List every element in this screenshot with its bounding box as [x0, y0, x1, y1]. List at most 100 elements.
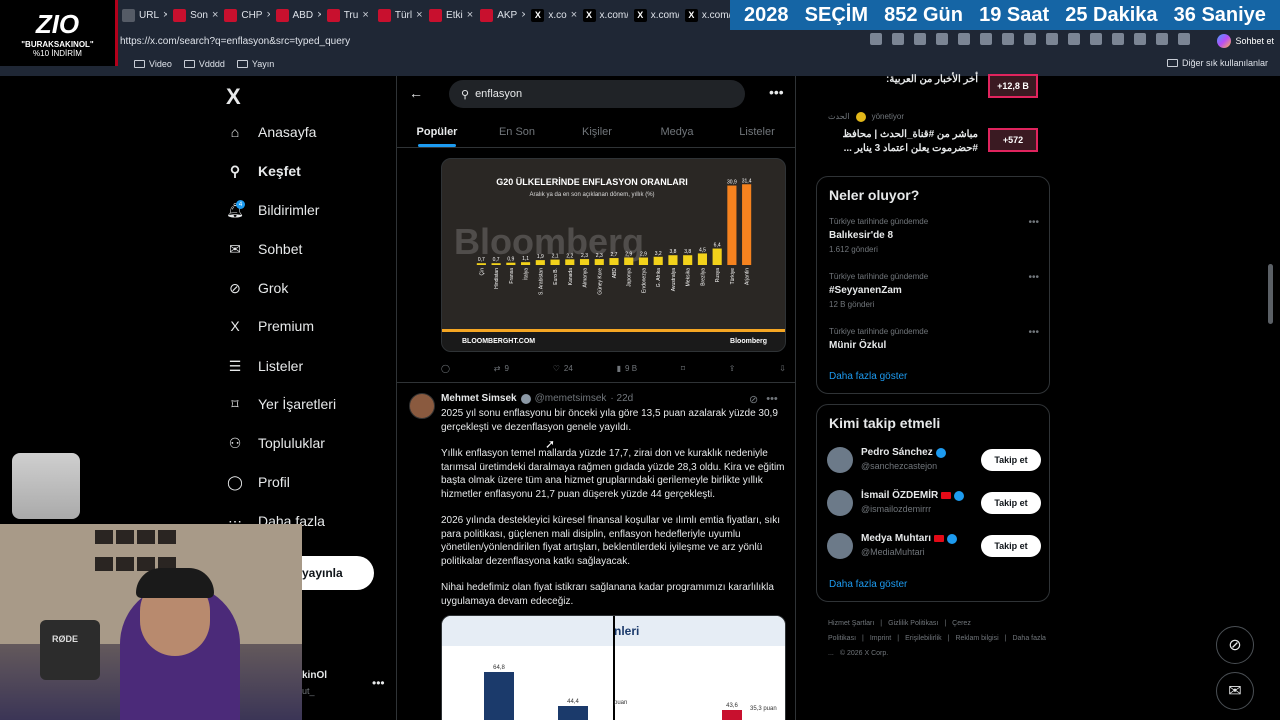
grok-icon[interactable]: ⊘	[749, 393, 758, 406]
messages-float-icon[interactable]: ✉	[1216, 672, 1254, 710]
favorite-star-icon[interactable]	[914, 33, 926, 45]
extensions-puzzle-icon[interactable]	[1046, 33, 1058, 45]
news-count-badge[interactable]: +12,8 B	[988, 74, 1038, 98]
extension-icon[interactable]	[936, 33, 948, 45]
nav-item-communities[interactable]: ⚇ Topluluklar	[226, 434, 325, 452]
follow-button[interactable]: Takip et	[981, 492, 1041, 514]
avatar[interactable]	[409, 393, 435, 419]
close-tab-icon[interactable]: ×	[212, 9, 218, 21]
footer-link[interactable]: Reklam bilgisi	[955, 635, 998, 642]
avatar[interactable]	[827, 447, 853, 473]
nav-item-list[interactable]: ☰ Listeler	[226, 357, 303, 375]
close-tab-icon[interactable]: ×	[266, 9, 269, 21]
more-icon[interactable]	[1178, 33, 1190, 45]
tab-popüler[interactable]: Popüler	[397, 116, 477, 147]
extension-icon[interactable]	[1024, 33, 1036, 45]
trend-item[interactable]: Türkiye tarihinde gündemde Balıkesir'de 8…	[829, 217, 1039, 254]
follow-suggestion[interactable]: Pedro Sánchez @sanchezcastejon Takip et	[827, 445, 1041, 475]
account-name[interactable]: kinOl	[302, 670, 327, 681]
like-button[interactable]: ♡ 24	[553, 360, 573, 376]
tweet-image-inflation-chart[interactable]: G20 ÜLKELERİNDE ENFLASYON ORANLARI Aralı…	[441, 158, 786, 352]
copilot-chat-button[interactable]: Sohbet et	[1217, 32, 1274, 50]
nav-item-home[interactable]: ⌂ Anasayfa	[226, 123, 317, 141]
post-button[interactable]: yayınla	[300, 556, 374, 590]
news-headline[interactable]: مباشر من #قناة_الحدث | محافظ #حضرموت يعل…	[828, 128, 978, 156]
download-button[interactable]: ⇩	[779, 360, 786, 376]
browser-tab[interactable]: Son ×	[169, 3, 218, 27]
nav-item-bookmark[interactable]: ⌑ Yer İşaretleri	[226, 395, 336, 413]
more-icon[interactable]: •••	[766, 393, 778, 406]
repost-button[interactable]: ⇄ 9	[494, 360, 509, 376]
follow-button[interactable]: Takip et	[981, 535, 1041, 557]
browser-tab[interactable]: Xx.com/c×	[579, 3, 628, 27]
grok-float-icon[interactable]: ⊘	[1216, 626, 1254, 664]
footer-link[interactable]: Gizlilik Politikası	[888, 620, 938, 627]
footer-link[interactable]: Hizmet Şartları	[828, 620, 874, 627]
tab-kişiler[interactable]: Kişiler	[557, 116, 637, 147]
follow-suggestion[interactable]: İsmail ÖZDEMİR @ismailozdemirrr Takip et	[827, 488, 1041, 518]
more-icon[interactable]: •••	[1028, 327, 1039, 338]
avatar[interactable]	[827, 490, 853, 516]
tweet-time[interactable]: · 22d	[610, 393, 633, 404]
news-headline[interactable]: أخر الأخبار من العربية:	[828, 74, 978, 85]
address-bar[interactable]: https://x.com/search?q=enflasyon&src=typ…	[110, 30, 1280, 52]
news-count-badge[interactable]: +572	[988, 128, 1038, 152]
close-tab-icon[interactable]: ×	[467, 9, 473, 21]
suggestion-name[interactable]: İsmail ÖZDEMİR	[861, 490, 965, 501]
follow-button[interactable]: Takip et	[981, 449, 1041, 471]
extension-icon[interactable]	[958, 33, 970, 45]
reply-button[interactable]: ◯	[441, 360, 450, 376]
browser-tab[interactable]: Etki ×	[425, 3, 474, 27]
tweet[interactable]: Mehmet Simsek @memetsimsek · 22d ⊘ ••• 2…	[397, 382, 795, 720]
nav-item-x[interactable]: X Premium	[226, 317, 314, 335]
browser-tab[interactable]: Xx.com/v×	[681, 3, 730, 27]
tweet-image-infographic[interactable]: nleri 64,8 44,4 puan 43,6 35,3 puan	[441, 615, 786, 720]
trend-item[interactable]: Türkiye tarihinde gündemde #SeyyanenZam 12…	[829, 272, 1039, 309]
bookmark-folder[interactable]: Vdddd	[183, 59, 225, 69]
close-tab-icon[interactable]: ×	[317, 9, 321, 21]
avatar[interactable]	[827, 533, 853, 559]
close-tab-icon[interactable]: ×	[362, 9, 368, 21]
footer-link[interactable]: Imprint	[870, 635, 891, 642]
browser-tab[interactable]: Türl ×	[374, 3, 423, 27]
favorites-icon[interactable]	[1090, 33, 1102, 45]
close-tab-icon[interactable]: ×	[571, 9, 577, 21]
split-screen-icon[interactable]	[870, 33, 882, 45]
x-logo[interactable]: X	[226, 84, 241, 110]
tab-listeler[interactable]: Listeler	[717, 116, 795, 147]
nav-item-profile[interactable]: ◯ Profil	[226, 473, 290, 491]
other-bookmarks[interactable]: Diğer sık kullanılanlar	[1166, 58, 1268, 68]
browser-tab[interactable]: ABD ×	[272, 3, 321, 27]
extension-icon[interactable]	[1002, 33, 1014, 45]
tab-en-son[interactable]: En Son	[477, 116, 557, 147]
nav-item-mail[interactable]: ✉ Sohbet	[226, 240, 302, 258]
read-aloud-icon[interactable]	[892, 33, 904, 45]
nav-item-search[interactable]: ⚲ Keşfet	[226, 162, 301, 180]
browser-tab[interactable]: Xx.com/C×	[630, 3, 679, 27]
split-icon[interactable]	[1068, 33, 1080, 45]
browser-tab[interactable]: Xx.co ×	[527, 3, 577, 27]
close-tab-icon[interactable]: ×	[416, 9, 422, 21]
more-icon[interactable]: •••	[1028, 272, 1039, 283]
browser-tab[interactable]: CHP×	[220, 3, 270, 27]
footer-link[interactable]: Erişilebilirlik	[905, 635, 942, 642]
browser-tab[interactable]: URL ×	[118, 3, 167, 27]
show-more-link[interactable]: Daha fazla göster	[829, 579, 907, 590]
footer-link[interactable]: © 2026 X Corp.	[840, 650, 888, 657]
scrollbar[interactable]	[1268, 264, 1273, 324]
trend-item[interactable]: Türkiye tarihinde gündemde Münir Özkul •••	[829, 327, 1039, 355]
collections-icon[interactable]	[1134, 33, 1146, 45]
search-options-icon[interactable]: •••	[769, 84, 784, 100]
url-text[interactable]: https://x.com/search?q=enflasyon&src=typ…	[120, 36, 350, 47]
bookmark-folder[interactable]: Yayın	[236, 59, 274, 69]
suggestion-name[interactable]: Medya Muhtarı	[861, 533, 958, 544]
account-more-icon[interactable]: •••	[372, 676, 385, 690]
back-arrow-icon[interactable]: ←	[409, 85, 423, 101]
browser-essentials-icon[interactable]	[1112, 33, 1124, 45]
close-tab-icon[interactable]: ×	[163, 9, 167, 21]
bookmark-folder[interactable]: Video	[134, 59, 172, 69]
tab-medya[interactable]: Medya	[637, 116, 717, 147]
nav-item-grok[interactable]: ⊘ Grok	[226, 279, 288, 297]
bookmark-button[interactable]: ⌑	[681, 360, 685, 376]
author-handle[interactable]: @memetsimsek	[535, 393, 607, 404]
